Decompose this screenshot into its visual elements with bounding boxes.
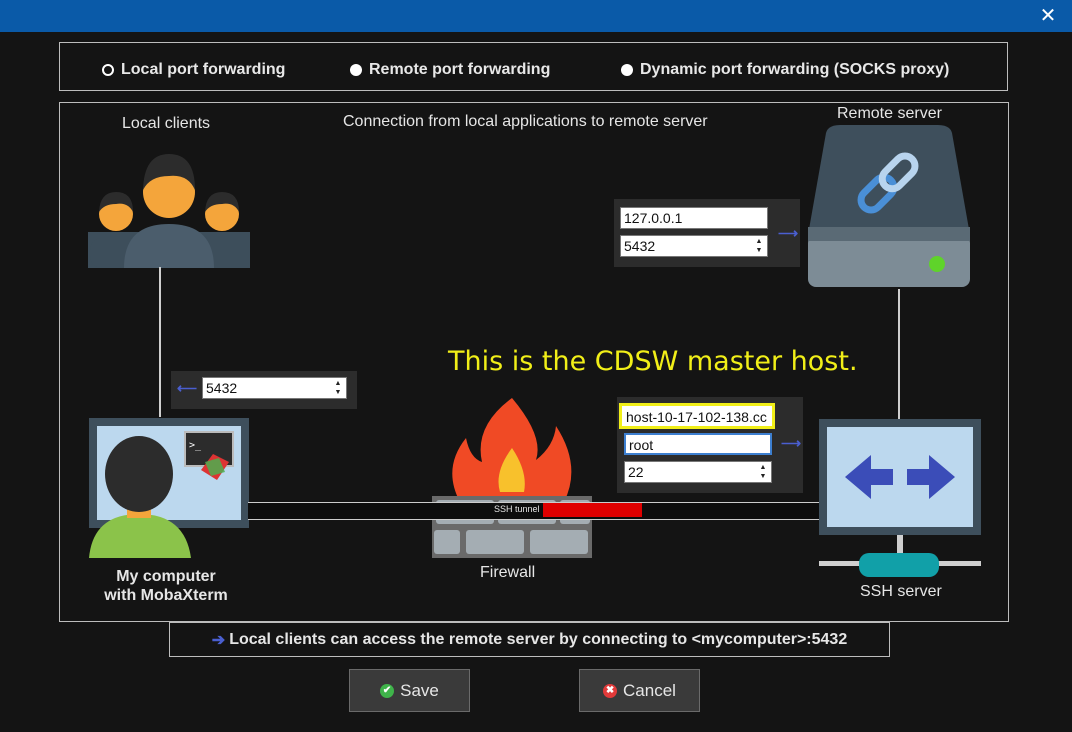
ssh-server-panel: host-10-17-102-138.cc root 22 ▲ ▼ ⟶ (617, 397, 803, 493)
arrow-right-icon: ➔ (211, 631, 226, 649)
local-port-panel: ⟵ 5432 ▲ ▼ (171, 371, 357, 409)
ssh-host-input[interactable]: host-10-17-102-138.cc (619, 403, 775, 429)
redaction-bar (543, 503, 642, 517)
annotation-text: This is the CDSW master host. (448, 346, 858, 377)
remote-server-icon (808, 125, 970, 287)
local-clients-icon (88, 154, 250, 268)
remote-target-panel: 127.0.0.1 5432 ▲ ▼ ⟶ (614, 199, 800, 267)
spinner-icon[interactable]: ▲ ▼ (332, 379, 344, 397)
my-computer-label-line2: with MobaXterm (104, 587, 228, 604)
radio-remote-port-forwarding[interactable]: Remote port forwarding (350, 61, 550, 79)
radio-indicator-icon (350, 64, 362, 76)
radio-label: Dynamic port forwarding (SOCKS proxy) (640, 61, 950, 78)
arrow-left-icon: ⟵ (177, 380, 198, 396)
remote-server-label: Remote server (837, 105, 942, 122)
close-icon[interactable]: ✕ (1038, 6, 1058, 26)
radio-indicator-icon (102, 64, 114, 76)
connector-line (898, 289, 900, 419)
forwarding-mode-group: Local port forwarding Remote port forwar… (59, 42, 1008, 91)
save-button[interactable]: ✔ Save (349, 669, 470, 712)
radio-local-port-forwarding[interactable]: Local port forwarding (102, 61, 285, 79)
checkmark-icon: ✔ (380, 683, 395, 698)
remote-host-input[interactable]: 127.0.0.1 (620, 207, 768, 229)
firewall-icon (432, 398, 592, 558)
svg-text:>_: >_ (189, 440, 202, 451)
info-bar: ➔ Local clients can access the remote se… (169, 622, 890, 657)
arrow-right-icon: ⟶ (778, 225, 799, 241)
radio-dynamic-port-forwarding[interactable]: Dynamic port forwarding (SOCKS proxy) (621, 61, 949, 79)
cancel-button-label: Cancel (623, 680, 676, 700)
local-port-input[interactable]: 5432 ▲ ▼ (202, 377, 347, 399)
save-button-label: Save (400, 680, 439, 700)
info-text: Local clients can access the remote serv… (229, 630, 848, 648)
title-bar: ✕ (0, 0, 1072, 32)
ssh-user-input[interactable]: root (624, 433, 772, 455)
firewall-label: Firewall (480, 564, 536, 581)
connector-line (159, 267, 161, 417)
ssh-server-label: SSH server (860, 583, 942, 600)
spinner-icon[interactable]: ▲ ▼ (753, 237, 765, 255)
remote-port-input[interactable]: 5432 ▲ ▼ (620, 235, 768, 257)
local-clients-label: Local clients (122, 115, 211, 132)
arrow-right-icon: ⟶ (781, 435, 802, 451)
ssh-server-icon (819, 419, 981, 577)
radio-indicator-icon (621, 64, 633, 76)
my-computer-label-line1: My computer (116, 568, 216, 585)
ssh-tunnel-label: SSH tunnel (494, 504, 540, 514)
ssh-port-input[interactable]: 22 ▲ ▼ (624, 461, 772, 483)
cancel-icon: ✖ (603, 683, 618, 698)
my-computer-icon: >_ (89, 418, 249, 558)
spinner-icon[interactable]: ▲ ▼ (757, 463, 769, 481)
radio-label: Local port forwarding (121, 61, 286, 78)
radio-label: Remote port forwarding (369, 61, 551, 78)
connection-description: Connection from local applications to re… (343, 113, 708, 130)
cancel-button[interactable]: ✖ Cancel (579, 669, 700, 712)
